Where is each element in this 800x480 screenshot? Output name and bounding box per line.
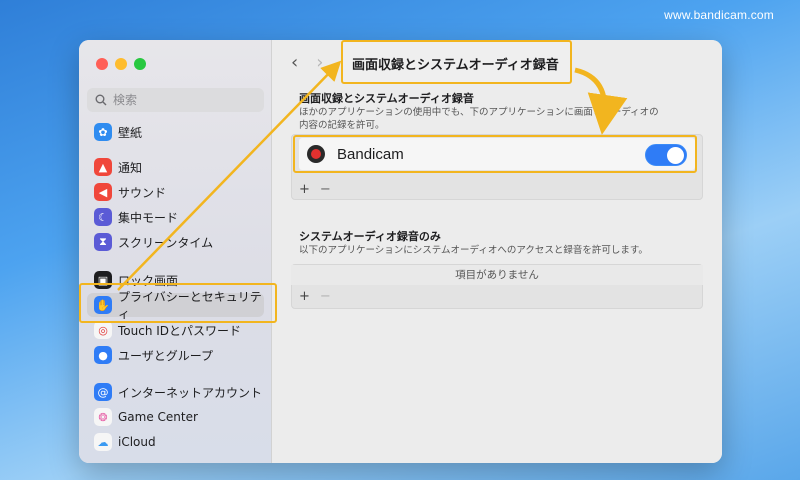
arrow-to-app	[574, 67, 628, 135]
annotation-arrows	[117, 60, 628, 291]
arrow-to-title	[117, 60, 342, 291]
